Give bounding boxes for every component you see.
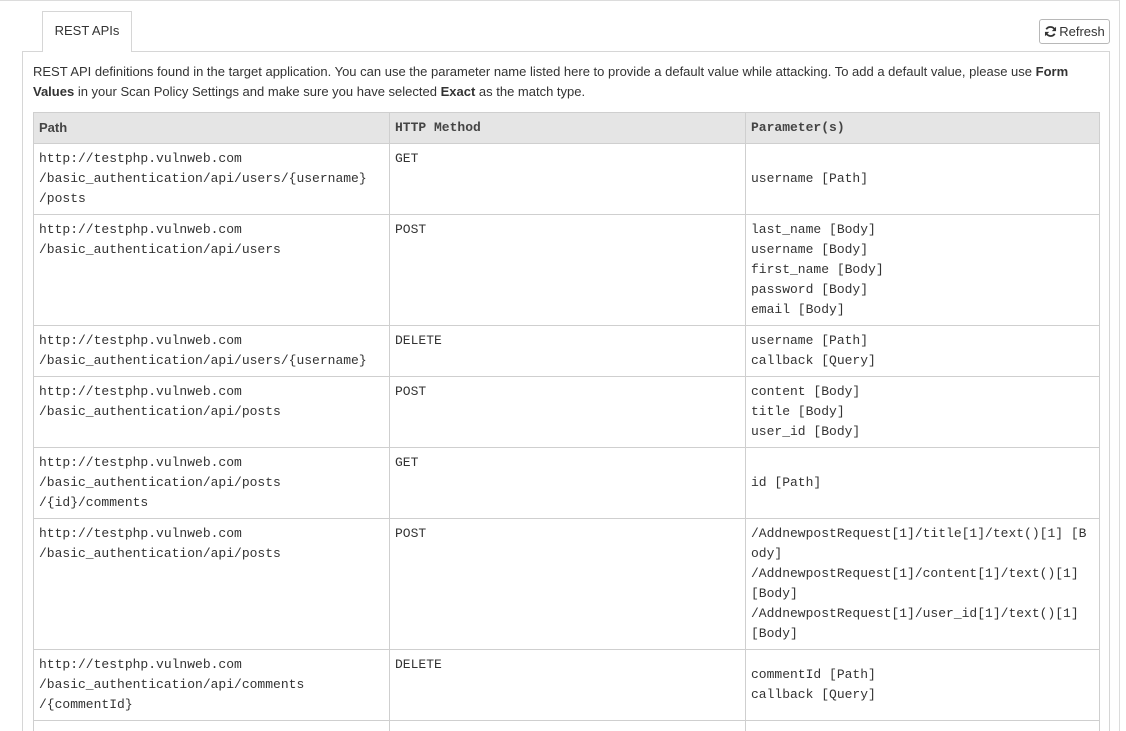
params-cell: id [Path] [745, 447, 1100, 519]
table-row: http://testphp.vulnweb.com/basic_authent… [33, 447, 1100, 519]
path-line: /basic_authentication/api/posts [39, 404, 281, 419]
table-row: http://testphp.vulnweb.com/basic_authent… [33, 376, 1100, 448]
table-row: http://testphp.vulnweb.com/basic_authent… [33, 518, 1100, 650]
path-cell: http://testphp.vulnweb.com/basic_authent… [33, 447, 390, 519]
refresh-button[interactable]: Refresh [1039, 19, 1110, 44]
path-line: /basic_authentication/api/users/{usernam… [39, 171, 367, 186]
method-cell: GET [389, 447, 746, 519]
table-header-row: Path HTTP Method Parameter(s) [33, 112, 1100, 144]
path-line: http://testphp.vulnweb.com [39, 333, 242, 348]
params-cell: username [Path] [745, 143, 1100, 215]
path-line: /basic_authentication/api/posts [39, 546, 281, 561]
path-line: http://testphp.vulnweb.com [39, 384, 242, 399]
description-part: as the match type. [475, 84, 586, 99]
param-line: commentId [Path] [751, 667, 876, 682]
path-cell: http://testphp.vulnweb.com/basic_authent… [33, 143, 390, 215]
params-cell: commentId [Path] callback [Query] [745, 649, 1100, 721]
rest-api-table: Path HTTP Method Parameter(s) http://tes… [33, 112, 1100, 731]
path-cell: http://testphp.vulnweb.com/basic_authent… [33, 376, 390, 448]
path-cell: http://testphp.vulnweb.com/basic_authent… [33, 518, 390, 650]
path-line: /{id}/comments [39, 495, 149, 510]
column-header-path[interactable]: Path [33, 112, 390, 144]
path-line: http://testphp.vulnweb.com [39, 526, 242, 541]
param-line: user_id [Body] [751, 424, 861, 439]
method-cell: POST [389, 376, 746, 448]
path-cell: http://testphp.vulnweb.com/basic_authent… [33, 649, 390, 721]
path-line: /{commentId} [39, 697, 133, 712]
path-line: /basic_authentication/api/users/{usernam… [39, 353, 367, 368]
param-line: email [Body] [751, 302, 845, 317]
description-exact: Exact [440, 84, 476, 99]
param-line: password [Body] [751, 282, 869, 297]
method-cell: DELETE [389, 325, 746, 377]
param-line: first_name [Body] [751, 262, 884, 277]
param-line: username [Path] [751, 333, 869, 348]
path-cell: http://testphp.vulnweb.com/basic_authent… [33, 325, 390, 377]
path-line: http://testphp.vulnweb.com [39, 455, 242, 470]
table-row: http://testphp.vulnweb.com/basic_authent… [33, 649, 1100, 721]
params-cell: /AddnewpostRequest[1]/title[1]/text()[1]… [745, 518, 1100, 650]
path-line: /basic_authentication/api/posts [39, 475, 281, 490]
param-line: /AddnewpostRequest[1]/title[1]/text()[1]… [751, 526, 1087, 561]
column-header-params[interactable]: Parameter(s) [745, 112, 1100, 144]
path-line: /basic_authentication/api/comments [39, 677, 305, 692]
method-cell: GET [389, 143, 746, 215]
path-line: /posts [39, 191, 86, 206]
param-line: username [Path] [751, 171, 869, 186]
path-line: http://testphp.vulnweb.com [39, 657, 242, 672]
params-cell: username [Path] callback [Query] [745, 325, 1100, 377]
table-row: http://testphp.vulnweb.com/basic_authent… [33, 214, 1100, 326]
path-cell: http://testphp.vulnweb.com/basic_authent… [33, 214, 390, 326]
params-cell: last_name [Body] username [Body] first_nam… [745, 214, 1100, 326]
path-line: http://testphp.vulnweb.com [39, 151, 242, 166]
param-line: /AddnewpostRequest[1]/user_id[1]/text()[… [751, 606, 1087, 641]
param-line: callback [Query] [751, 687, 876, 702]
param-line: callback [Query] [751, 353, 876, 368]
param-line: username [Body] [751, 242, 869, 257]
table-row: http://testphp.vulnweb.com/basic_authent… [33, 143, 1100, 215]
tab-label: REST APIs [54, 23, 120, 38]
description-part: in your Scan Policy Settings and make su… [74, 84, 441, 99]
path-line: /basic_authentication/api/users [39, 242, 281, 257]
method-cell [389, 720, 746, 731]
param-line: content [Body] [751, 384, 861, 399]
params-cell: content [Body] title [Body] user_id [Body] [745, 376, 1100, 448]
tab-rest-apis[interactable]: REST APIs [42, 11, 132, 52]
table-row [33, 720, 1100, 731]
description-part: REST API definitions found in the target… [33, 64, 1036, 79]
params-cell [745, 720, 1100, 731]
table-body: http://testphp.vulnweb.com/basic_authent… [33, 143, 1100, 731]
refresh-icon [1044, 25, 1057, 38]
description-text: REST API definitions found in the target… [33, 62, 1091, 102]
method-cell: DELETE [389, 649, 746, 721]
path-cell [33, 720, 390, 731]
param-line: title [Body] [751, 404, 845, 419]
param-line: last_name [Body] [751, 222, 876, 237]
method-cell: POST [389, 518, 746, 650]
param-line: id [Path] [751, 475, 822, 490]
path-line: http://testphp.vulnweb.com [39, 222, 242, 237]
column-header-method[interactable]: HTTP Method [389, 112, 746, 144]
param-line: /AddnewpostRequest[1]/content[1]/text()[… [751, 566, 1087, 601]
method-cell: POST [389, 214, 746, 326]
table-row: http://testphp.vulnweb.com/basic_authent… [33, 325, 1100, 377]
refresh-label: Refresh [1059, 24, 1105, 39]
